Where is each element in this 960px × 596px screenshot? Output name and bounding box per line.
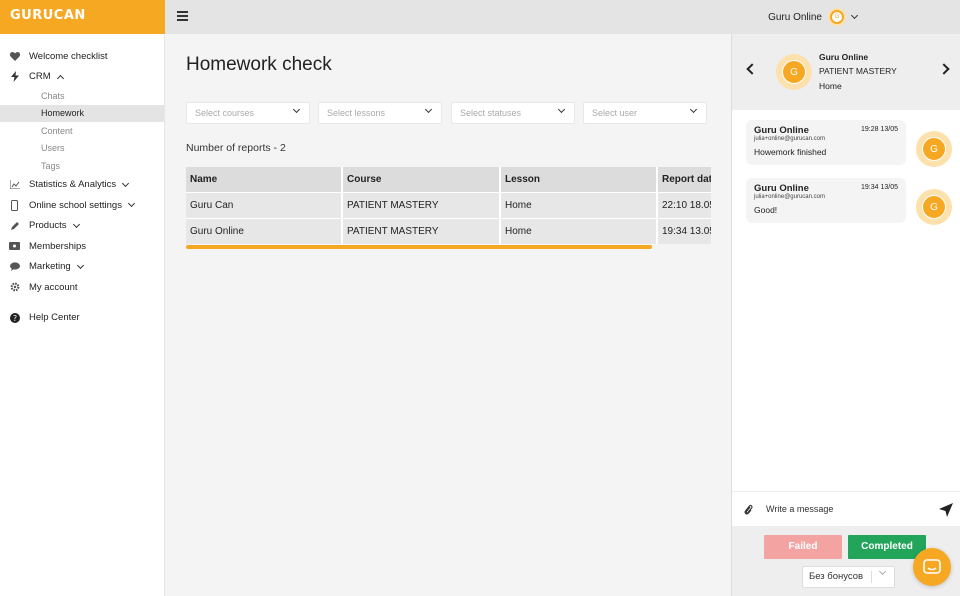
homework-chat-panel: G Guru Online PATIENT MASTERY Home Guru …	[731, 34, 960, 596]
avatar: G	[828, 8, 846, 26]
chat-message: Guru Online 19:28 13/05 julia+online@gur…	[746, 120, 906, 165]
table-row[interactable]: Guru Online PATIENT MASTERY Home 19:34 1…	[186, 218, 711, 244]
page-title: Homework check	[186, 54, 332, 75]
sidebar-item-memberships[interactable]: Memberships	[0, 236, 164, 257]
reports-count: Number of reports - 2	[186, 142, 286, 154]
previous-arrow-icon[interactable]	[746, 63, 758, 75]
sidebar-item-help-center[interactable]: ? Help Center	[0, 308, 164, 329]
avatar: G	[776, 54, 812, 90]
top-bar: Guru Online G	[165, 0, 960, 34]
chevron-down-icon	[122, 179, 130, 187]
chevron-down-icon	[850, 11, 859, 20]
cell-name: Guru Can	[186, 192, 343, 218]
user-name: Guru Online	[768, 11, 822, 23]
chevron-down-icon	[127, 200, 135, 208]
column-header-report-date[interactable]: Report date	[658, 167, 711, 192]
user-menu[interactable]: Guru Online G	[768, 6, 859, 28]
cell-course: PATIENT MASTERY	[343, 218, 501, 244]
cell-report-date: 22:10 18.05	[658, 192, 711, 218]
chat-bubble-icon	[923, 559, 941, 574]
phone-icon	[9, 199, 20, 211]
cell-course: PATIENT MASTERY	[343, 192, 501, 218]
ticket-icon	[9, 241, 20, 252]
chevron-down-icon	[689, 105, 698, 114]
chevron-down-icon	[878, 567, 887, 576]
chat-message: Guru Online 19:34 13/05 julia+online@gur…	[746, 178, 906, 223]
table-horizontal-scrollbar[interactable]	[186, 245, 652, 249]
sidebar-subitem-chats[interactable]: Chats	[0, 87, 164, 105]
sidebar-item-statistics[interactable]: Statistics & Analytics	[0, 175, 164, 196]
chart-icon	[9, 179, 20, 190]
select-courses-dropdown[interactable]: Select courses	[186, 102, 310, 124]
sidebar-item-welcome-checklist[interactable]: Welcome checklist	[0, 46, 164, 67]
cell-lesson: Home	[501, 192, 658, 218]
avatar: G	[916, 131, 952, 167]
panel-header: G Guru Online PATIENT MASTERY Home	[732, 34, 960, 110]
select-statuses-dropdown[interactable]: Select statuses	[451, 102, 575, 124]
sidebar-item-my-account[interactable]: My account	[0, 277, 164, 298]
support-chat-button[interactable]	[913, 548, 951, 586]
gear-icon	[9, 282, 20, 293]
send-icon[interactable]	[939, 503, 953, 517]
paperclip-icon[interactable]	[744, 504, 753, 519]
chevron-down-icon	[292, 105, 301, 114]
chevron-down-icon	[72, 220, 80, 228]
sidebar-item-online-school-settings[interactable]: Online school settings	[0, 195, 164, 216]
sidebar-item-crm[interactable]: CRM	[0, 67, 164, 88]
chevron-down-icon	[557, 105, 566, 114]
chat-icon	[9, 261, 20, 272]
failed-button[interactable]: Failed	[764, 535, 842, 559]
sidebar-subitem-homework[interactable]: Homework	[0, 104, 164, 122]
bonus-select[interactable]: Без бонусов	[802, 566, 895, 588]
chevron-down-icon	[76, 261, 84, 269]
chevron-up-icon	[56, 74, 64, 82]
cell-name: Guru Online	[186, 218, 343, 244]
hamburger-menu-icon[interactable]	[177, 11, 188, 21]
logo: GURUCAN	[10, 8, 86, 23]
cell-lesson: Home	[501, 218, 658, 244]
sidebar: Welcome checklist CRM Chats Homework Con…	[0, 34, 165, 596]
completed-button[interactable]: Completed	[848, 535, 926, 559]
chevron-down-icon	[424, 105, 433, 114]
sidebar-subitem-tags[interactable]: Tags	[0, 157, 164, 175]
table-header-row: Name Course Lesson Report date	[186, 167, 711, 192]
avatar: G	[916, 189, 952, 225]
cell-report-date: 19:34 13.05	[658, 218, 711, 244]
sidebar-item-products[interactable]: Products	[0, 216, 164, 237]
question-icon: ?	[9, 312, 20, 323]
pencil-icon	[9, 220, 20, 231]
column-header-course[interactable]: Course	[343, 167, 501, 192]
heart-icon	[9, 51, 20, 62]
column-header-name[interactable]: Name	[186, 167, 343, 192]
bolt-icon	[9, 71, 20, 83]
reports-table: Name Course Lesson Report date Guru Can …	[186, 167, 711, 247]
main-content: Homework check Select courses Select les…	[166, 34, 731, 596]
next-arrow-icon[interactable]	[938, 63, 950, 75]
student-lesson: Home	[819, 81, 842, 91]
svg-text:?: ?	[12, 314, 16, 323]
student-name: Guru Online	[819, 52, 869, 62]
sidebar-item-marketing[interactable]: Marketing	[0, 257, 164, 278]
sidebar-subitem-content[interactable]: Content	[0, 122, 164, 140]
select-user-dropdown[interactable]: Select user	[583, 102, 707, 124]
student-course: PATIENT MASTERY	[819, 66, 897, 76]
sidebar-subitem-users[interactable]: Users	[0, 140, 164, 158]
message-composer	[732, 491, 960, 527]
select-lessons-dropdown[interactable]: Select lessons	[318, 102, 442, 124]
column-header-lesson[interactable]: Lesson	[501, 167, 658, 192]
table-row[interactable]: Guru Can PATIENT MASTERY Home 22:10 18.0…	[186, 192, 711, 218]
message-input[interactable]	[766, 501, 926, 517]
logo-box[interactable]: GURUCAN	[0, 0, 165, 34]
